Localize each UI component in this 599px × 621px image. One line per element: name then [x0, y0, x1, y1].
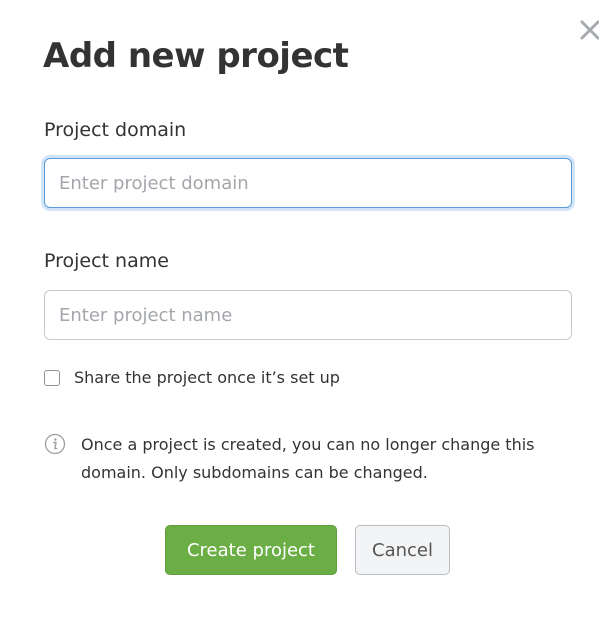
create-project-button[interactable]: Create project — [165, 525, 337, 575]
share-project-option[interactable]: Share the project once it’s set up — [44, 367, 340, 389]
close-button[interactable] — [578, 14, 599, 42]
share-project-checkbox[interactable] — [44, 370, 60, 386]
cancel-button[interactable]: Cancel — [355, 525, 450, 575]
domain-notice-line-1: Once a project is created, you can no lo… — [81, 435, 535, 454]
share-project-label: Share the project once it’s set up — [74, 368, 340, 387]
domain-notice-line-2: domain. Only subdomains can be changed. — [81, 463, 428, 482]
info-icon — [44, 433, 66, 455]
project-name-label: Project name — [44, 250, 169, 272]
project-domain-input[interactable] — [44, 158, 572, 208]
dialog-title: Add new project — [43, 36, 349, 76]
add-project-dialog: Add new project Project domain Project n… — [0, 0, 599, 621]
project-domain-label: Project domain — [44, 119, 187, 141]
project-name-input[interactable] — [44, 290, 572, 340]
domain-notice: Once a project is created, you can no lo… — [81, 431, 576, 487]
close-icon — [580, 20, 599, 40]
